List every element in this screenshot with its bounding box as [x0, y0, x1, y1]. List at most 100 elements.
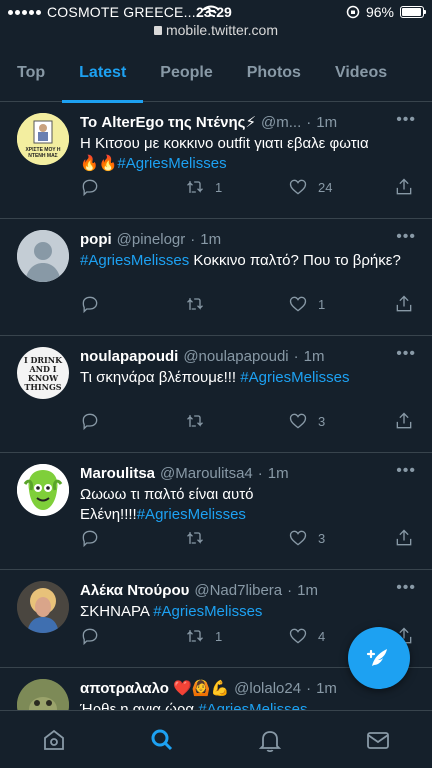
reply-button[interactable] — [80, 528, 110, 548]
more-options-icon[interactable]: ••• — [396, 346, 416, 362]
tweet-text: Ήρθε η αγια ώρα #AgriesMelisses — [80, 700, 402, 710]
signal-icon — [8, 9, 41, 15]
like-button[interactable]: 1 — [288, 294, 325, 314]
tab-top[interactable]: Top — [0, 44, 62, 102]
tweet-text: ΣΚΗΝΑΡΑ #AgriesMelisses — [80, 602, 402, 622]
timestamp[interactable]: 1m — [316, 680, 337, 697]
tweet-actions: 3 — [80, 527, 432, 549]
bottom-nav — [0, 710, 432, 768]
avatar[interactable]: ΧΡΙΣΤΕ ΜΟΥ Η ΝΤΕΝΗ ΜΑΣ — [17, 113, 69, 165]
separator-dot: · — [190, 230, 196, 248]
username[interactable]: @m... — [261, 114, 301, 131]
tweet[interactable]: ΧΡΙΣΤΕ ΜΟΥ Η ΝΤΕΝΗ ΜΑΣ Το AlterEgo της Ν… — [0, 102, 432, 219]
retweet-button[interactable]: 1 — [185, 626, 222, 646]
address-bar[interactable]: mobile.twitter.com — [0, 22, 432, 38]
retweet-button[interactable] — [185, 411, 215, 431]
tweet-actions: 3 — [80, 410, 432, 432]
like-button[interactable]: 3 — [288, 528, 325, 548]
timestamp[interactable]: 1m — [268, 465, 289, 482]
tab-people[interactable]: People — [143, 44, 229, 102]
display-name[interactable]: noulapapoudi — [80, 348, 178, 365]
search-tabs: Top Latest People Photos Videos — [0, 44, 432, 103]
display-name[interactable]: Maroulitsa — [80, 465, 155, 482]
reply-button[interactable] — [80, 411, 110, 431]
tweet-actions: 1 — [80, 293, 432, 315]
separator-dot: · — [257, 464, 263, 482]
like-button[interactable]: 3 — [288, 411, 325, 431]
display-name[interactable]: Το AlterEgo της Ντένης⚡ — [80, 113, 256, 131]
more-options-icon[interactable]: ••• — [396, 112, 416, 128]
hashtag-link[interactable]: #AgriesMelisses — [80, 252, 189, 269]
search-icon — [151, 729, 173, 750]
tweet-body: Κοκκινο παλτό? Που το βρήκε? — [193, 252, 401, 269]
retweet-count: 1 — [215, 179, 223, 195]
timestamp[interactable]: 1m — [304, 348, 325, 365]
like-button[interactable]: 24 — [288, 177, 332, 197]
tab-videos[interactable]: Videos — [318, 44, 404, 102]
username[interactable]: @lolalo24 — [234, 680, 301, 697]
share-button[interactable] — [394, 294, 414, 314]
share-button[interactable] — [394, 528, 414, 548]
username[interactable]: @pinelogr — [117, 231, 186, 248]
hashtag-link[interactable]: #AgriesMelisses — [153, 603, 262, 620]
carrier-area: COSMOTE GREECE... — [8, 4, 220, 20]
tab-photos[interactable]: Photos — [230, 44, 318, 102]
reply-button[interactable] — [80, 177, 110, 197]
display-name[interactable]: αποτραλαλο ❤️🙆💪 — [80, 679, 229, 697]
tweet[interactable]: Maroulitsa @Maroulitsa4 · 1m ••• Ωωωω τι… — [0, 453, 432, 570]
avatar[interactable] — [17, 464, 69, 516]
tweet-body: Τι σκηνάρα βλέπουμε!!! — [80, 369, 237, 386]
timestamp[interactable]: 1m — [316, 114, 337, 131]
username[interactable]: @Nad7libera — [194, 582, 282, 599]
lettuce-character-avatar — [17, 464, 69, 516]
tab-latest[interactable]: Latest — [62, 44, 144, 103]
avatar-caption: ΧΡΙΣΤΕ ΜΟΥ Η ΝΤΕΝΗ ΜΑΣ — [25, 147, 61, 159]
share-icon — [396, 178, 412, 195]
reply-button[interactable] — [80, 626, 110, 646]
compose-tweet-button[interactable] — [348, 627, 410, 689]
username[interactable]: @noulapapoudi — [183, 348, 288, 365]
retweet-button[interactable] — [185, 294, 215, 314]
hashtag-link[interactable]: #AgriesMelisses — [117, 155, 226, 172]
retweet-button[interactable]: 1 — [185, 177, 222, 197]
heart-icon — [289, 628, 307, 644]
more-options-icon[interactable]: ••• — [396, 463, 416, 479]
retweet-count: 1 — [215, 628, 223, 644]
display-name[interactable]: Αλέκα Ντούρου — [80, 582, 189, 599]
compose-tweet-icon — [366, 649, 387, 666]
reply-button[interactable] — [80, 294, 110, 314]
hashtag-link[interactable]: #AgriesMelisses — [198, 701, 307, 710]
display-name[interactable]: popi — [80, 231, 112, 248]
share-button[interactable] — [394, 177, 414, 197]
retweet-button[interactable] — [185, 528, 215, 548]
timestamp[interactable]: 1m — [297, 582, 318, 599]
timestamp[interactable]: 1m — [200, 231, 221, 248]
reply-icon — [82, 413, 98, 431]
nav-home[interactable] — [0, 711, 108, 768]
nav-notifications[interactable] — [216, 711, 324, 768]
avatar[interactable] — [17, 230, 69, 282]
hashtag-link[interactable]: #AgriesMelisses — [240, 369, 349, 386]
battery-area: 96% — [346, 4, 426, 20]
battery-percent: 96% — [365, 4, 394, 20]
more-options-icon[interactable]: ••• — [396, 580, 416, 596]
share-button[interactable] — [394, 411, 414, 431]
tweet[interactable]: I DRINK AND I KNOW THINGS noulapapoudi @… — [0, 336, 432, 453]
hashtag-link[interactable]: #AgriesMelisses — [137, 506, 246, 523]
tweet[interactable]: popi @pinelogr · 1m ••• #AgriesMelisses … — [0, 219, 432, 336]
avatar[interactable] — [17, 581, 69, 633]
messages-icon — [367, 731, 389, 749]
nav-messages[interactable] — [324, 711, 432, 768]
retweet-icon — [187, 630, 203, 642]
emoji-text: 🔥🔥 — [80, 155, 118, 172]
username[interactable]: @Maroulitsa4 — [160, 465, 253, 482]
like-button[interactable]: 4 — [288, 626, 325, 646]
heart-icon — [289, 413, 307, 429]
separator-dot: · — [287, 581, 293, 599]
nav-search[interactable] — [108, 711, 216, 768]
more-options-icon[interactable]: ••• — [396, 229, 416, 245]
like-count: 3 — [318, 530, 326, 546]
avatar[interactable]: I DRINK AND I KNOW THINGS — [17, 347, 69, 399]
orientation-lock-icon — [346, 5, 360, 19]
avatar[interactable] — [17, 679, 69, 710]
